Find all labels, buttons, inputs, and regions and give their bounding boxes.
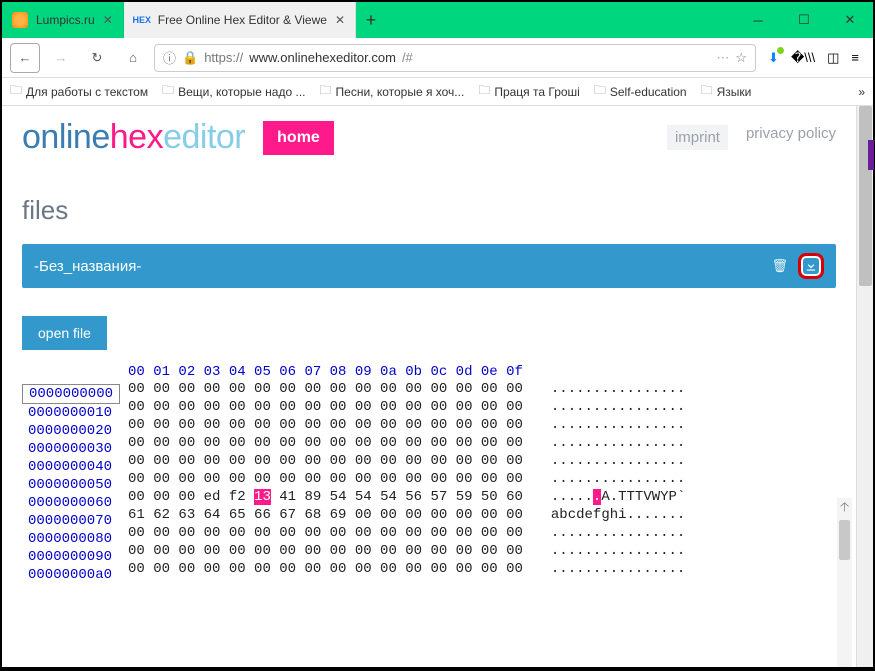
url-bar[interactable]: ⓘ 🔒 https://www.onlinehexeditor.com/# ⋯ …	[154, 44, 756, 72]
library-icon[interactable]: �\\\	[791, 50, 815, 66]
files-heading: files	[22, 195, 836, 226]
ascii-row[interactable]: ................	[551, 524, 685, 542]
folder-icon: 🗀	[594, 81, 606, 102]
hex-row[interactable]: 00 00 00 00 00 00 00 00 00 00 00 00 00 0…	[128, 560, 523, 578]
folder-icon: 🗀	[701, 81, 713, 102]
bookmark-folder[interactable]: 🗀Праця та Гроші	[478, 81, 580, 102]
home-link[interactable]: home	[263, 121, 334, 155]
bookmarks-overflow-icon[interactable]: »	[858, 85, 865, 99]
bookmark-folder[interactable]: 🗀Вещи, которые надо ...	[162, 81, 305, 102]
tab-title: Lumpics.ru	[36, 13, 95, 27]
hex-row[interactable]: 00 00 00 00 00 00 00 00 00 00 00 00 00 0…	[128, 524, 523, 542]
tab-title: Free Online Hex Editor & Viewe	[158, 13, 327, 27]
scrollbar-thumb[interactable]	[859, 106, 872, 286]
bookmark-folder[interactable]: 🗀Языки	[701, 81, 752, 102]
folder-icon: 🗀	[162, 81, 174, 102]
lock-icon: 🔒	[182, 50, 198, 66]
menu-icon[interactable]: ≡	[851, 50, 859, 65]
hex-row[interactable]: 00 00 00 00 00 00 00 00 00 00 00 00 00 0…	[128, 542, 523, 560]
new-tab-button[interactable]: +	[356, 2, 386, 38]
window-minimize-button[interactable]: ─	[735, 2, 781, 38]
browser-tab[interactable]: Lumpics.ru ✕	[2, 2, 124, 38]
ascii-row[interactable]: ................	[551, 560, 685, 578]
offset-cell[interactable]: 0000000080	[22, 530, 120, 548]
file-name: -Без_названия-	[34, 258, 141, 275]
page-scrollbar[interactable]	[856, 106, 873, 667]
download-arrow-icon	[804, 259, 818, 273]
bookmark-folder[interactable]: 🗀Self-education	[594, 81, 687, 102]
imprint-link[interactable]: imprint	[667, 125, 728, 150]
ascii-row[interactable]: abcdefghi.......	[551, 506, 685, 524]
window-close-button[interactable]: ✕	[827, 2, 873, 38]
offset-cell[interactable]: 0000000020	[22, 422, 120, 440]
reader-mode-icon[interactable]: ⋯	[716, 50, 729, 66]
window-maximize-button[interactable]: ☐	[781, 2, 827, 38]
hex-row[interactable]: 00 00 00 00 00 00 00 00 00 00 00 00 00 0…	[128, 416, 523, 434]
bookmark-star-icon[interactable]: ☆	[735, 50, 747, 66]
hex-row[interactable]: 00 00 00 00 00 00 00 00 00 00 00 00 00 0…	[128, 470, 523, 488]
download-file-button[interactable]	[798, 253, 824, 279]
hex-row[interactable]: 00 00 00 ed f2 13 41 89 54 54 54 56 57 5…	[128, 488, 523, 506]
hex-scrollbar[interactable]: 🡡	[837, 498, 852, 667]
offset-cell[interactable]: 0000000090	[22, 548, 120, 566]
folder-icon: 🗀	[478, 81, 490, 102]
site-info-icon[interactable]: ⓘ	[163, 48, 176, 67]
nav-back-button[interactable]: ←	[10, 43, 40, 73]
nav-home-button[interactable]: ⌂	[118, 43, 148, 73]
bookmarks-bar: 🗀Для работы с текстом 🗀Вещи, которые над…	[2, 78, 873, 106]
folder-icon: 🗀	[320, 81, 332, 102]
titlebar: Lumpics.ru ✕ HEX Free Online Hex Editor …	[2, 2, 873, 38]
downloads-icon[interactable]: ⬇	[768, 50, 779, 66]
url-host: www.onlinehexeditor.com	[249, 50, 396, 65]
file-bar[interactable]: -Без_названия- 🗑	[22, 244, 836, 288]
ascii-row[interactable]: ................	[551, 542, 685, 560]
hex-row[interactable]: 00 00 00 00 00 00 00 00 00 00 00 00 00 0…	[128, 380, 523, 398]
navbar: ← → ↻ ⌂ ⓘ 🔒 https:// www.onlinehexeditor.…	[2, 38, 873, 78]
url-path: /#	[402, 50, 413, 65]
hex-row[interactable]: 00 00 00 00 00 00 00 00 00 00 00 00 00 0…	[128, 398, 523, 416]
offset-cell[interactable]: 0000000070	[22, 512, 120, 530]
nav-reload-button[interactable]: ↻	[82, 43, 112, 73]
favicon-lumpics	[12, 12, 28, 28]
ascii-row[interactable]: ................	[551, 470, 685, 488]
page-content: onlinehexeditor home imprint privacy pol…	[2, 106, 856, 667]
offset-cell[interactable]: 0000000030	[22, 440, 120, 458]
close-tab-icon[interactable]: ✕	[103, 13, 113, 27]
bookmark-folder[interactable]: 🗀Для работы с текстом	[10, 81, 148, 102]
offset-cell[interactable]: 0000000000	[22, 384, 120, 404]
hex-row[interactable]: 61 62 63 64 65 66 67 68 69 00 00 00 00 0…	[128, 506, 523, 524]
close-tab-icon[interactable]: ✕	[335, 13, 345, 27]
offset-cell[interactable]: 0000000050	[22, 476, 120, 494]
hex-viewer: 0000000000000000001000000000200000000030…	[22, 364, 836, 584]
hex-row[interactable]: 00 00 00 00 00 00 00 00 00 00 00 00 00 0…	[128, 452, 523, 470]
url-proto: https://	[204, 50, 243, 65]
browser-tab-active[interactable]: HEX Free Online Hex Editor & Viewe ✕	[124, 2, 356, 38]
hex-row[interactable]: 00 00 00 00 00 00 00 00 00 00 00 00 00 0…	[128, 434, 523, 452]
privacy-link[interactable]: privacy policy	[746, 125, 836, 150]
nav-forward-button[interactable]: →	[46, 43, 76, 73]
open-file-button[interactable]: open file	[22, 316, 107, 350]
hex-header: 00 01 02 03 04 05 06 07 08 09 0a 0b 0c 0…	[128, 364, 523, 380]
site-logo[interactable]: onlinehexeditor	[22, 118, 245, 157]
ascii-row[interactable]: ......A.TTTVWYP`	[551, 488, 685, 506]
ascii-row[interactable]: ................	[551, 398, 685, 416]
trash-icon[interactable]: 🗑	[771, 258, 788, 274]
offset-cell[interactable]: 0000000060	[22, 494, 120, 512]
offset-cell[interactable]: 0000000040	[22, 458, 120, 476]
offset-cell[interactable]: 00000000a0	[22, 566, 120, 584]
scrollbar-thumb[interactable]	[839, 520, 850, 560]
folder-icon: 🗀	[10, 81, 22, 102]
ascii-row[interactable]: ................	[551, 434, 685, 452]
offset-cell[interactable]: 0000000010	[22, 404, 120, 422]
scroll-up-icon[interactable]: 🡡	[837, 498, 852, 520]
favicon-hex: HEX	[134, 12, 150, 28]
ascii-row[interactable]: ................	[551, 452, 685, 470]
scroll-marker	[868, 140, 873, 170]
sidebar-icon[interactable]: ◫	[827, 50, 839, 66]
ascii-row[interactable]: ................	[551, 380, 685, 398]
bookmark-folder[interactable]: 🗀Песни, которые я хоч...	[320, 81, 465, 102]
ascii-row[interactable]: ................	[551, 416, 685, 434]
